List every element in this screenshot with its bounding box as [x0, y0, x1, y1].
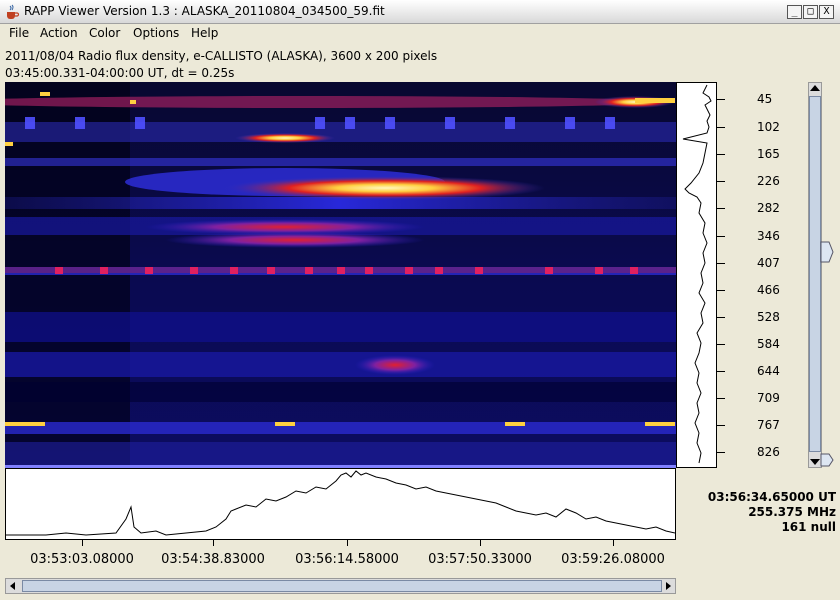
frequency-profile-plot [676, 82, 717, 468]
freq-label: 466 [757, 283, 780, 297]
freq-label: 584 [757, 337, 780, 351]
scroll-left-arrow-icon[interactable] [7, 580, 19, 592]
minimize-button[interactable]: _ [787, 5, 802, 19]
freq-tick [717, 344, 725, 345]
freq-tick [717, 127, 725, 128]
vertical-scroll-thumb[interactable] [809, 96, 821, 452]
horizontal-scroll-thumb[interactable] [22, 580, 662, 592]
maximize-button[interactable]: □ [803, 5, 818, 19]
time-tick [82, 540, 83, 546]
time-tick [480, 540, 481, 546]
time-profile-plot [5, 468, 676, 540]
freq-tick [717, 425, 725, 426]
menu-file[interactable]: File [9, 26, 29, 40]
spectrogram-canvas[interactable] [5, 82, 676, 468]
menu-action[interactable]: Action [40, 26, 78, 40]
freq-label: 226 [757, 174, 780, 188]
time-axis: 03:53:03.08000 03:54:38.83000 03:56:14.5… [5, 540, 676, 570]
menu-bar: File Action Color Options Help [0, 24, 840, 44]
time-tick [213, 540, 214, 546]
time-label: 03:53:03.08000 [30, 552, 134, 567]
readout-value: 161 null [781, 520, 836, 534]
freq-tick [717, 317, 725, 318]
freq-label: 709 [757, 391, 780, 405]
freq-label: 644 [757, 364, 780, 378]
freq-label: 346 [757, 229, 780, 243]
scroll-right-arrow-icon[interactable] [662, 580, 674, 592]
time-tick [613, 540, 614, 546]
time-label: 03:59:26.08000 [561, 552, 665, 567]
freq-tick [717, 208, 725, 209]
vertical-scrollbar[interactable] [804, 82, 834, 468]
scroll-up-arrow-icon[interactable] [808, 82, 822, 94]
readout-frequency: 255.375 MHz [748, 505, 836, 519]
lower-level-slider-icon[interactable] [820, 452, 834, 468]
frequency-axis: 45 102 165 226 282 346 407 466 528 584 6… [717, 82, 802, 468]
freq-label: 528 [757, 310, 780, 324]
cursor-readout: 03:56:34.65000 UT 255.375 MHz 161 null [680, 490, 836, 535]
freq-tick [717, 181, 725, 182]
title-bar[interactable]: RAPP Viewer Version 1.3 : ALASKA_2011080… [0, 0, 840, 24]
freq-tick [717, 452, 725, 453]
freq-label: 45 [757, 92, 773, 106]
time-label: 03:57:50.33000 [428, 552, 532, 567]
close-button[interactable]: X [819, 5, 834, 19]
upper-level-slider-icon[interactable] [820, 240, 834, 264]
freq-tick [717, 263, 725, 264]
freq-tick [717, 290, 725, 291]
freq-label: 407 [757, 256, 780, 270]
freq-label: 282 [757, 201, 780, 215]
freq-tick [717, 99, 725, 100]
app-window: RAPP Viewer Version 1.3 : ALASKA_2011080… [0, 0, 840, 600]
menu-options[interactable]: Options [133, 26, 179, 40]
freq-label: 102 [757, 120, 780, 134]
window-title: RAPP Viewer Version 1.3 : ALASKA_2011080… [24, 4, 385, 18]
java-cup-icon [4, 4, 20, 20]
freq-tick [717, 398, 725, 399]
freq-label: 767 [757, 418, 780, 432]
horizontal-scrollbar[interactable] [5, 578, 676, 594]
freq-tick [717, 371, 725, 372]
menu-help[interactable]: Help [191, 26, 218, 40]
time-label: 03:56:14.58000 [295, 552, 399, 567]
time-label: 03:54:38.83000 [161, 552, 265, 567]
time-range-info: 03:45:00.331-04:00:00 UT, dt = 0.25s [5, 66, 235, 80]
freq-label: 826 [757, 445, 780, 459]
freq-tick [717, 154, 725, 155]
menu-color[interactable]: Color [89, 26, 120, 40]
freq-label: 165 [757, 147, 780, 161]
time-tick [347, 540, 348, 546]
observation-info: 2011/08/04 Radio flux density, e-CALLIST… [5, 49, 438, 63]
readout-time: 03:56:34.65000 UT [707, 490, 836, 504]
freq-tick [717, 236, 725, 237]
